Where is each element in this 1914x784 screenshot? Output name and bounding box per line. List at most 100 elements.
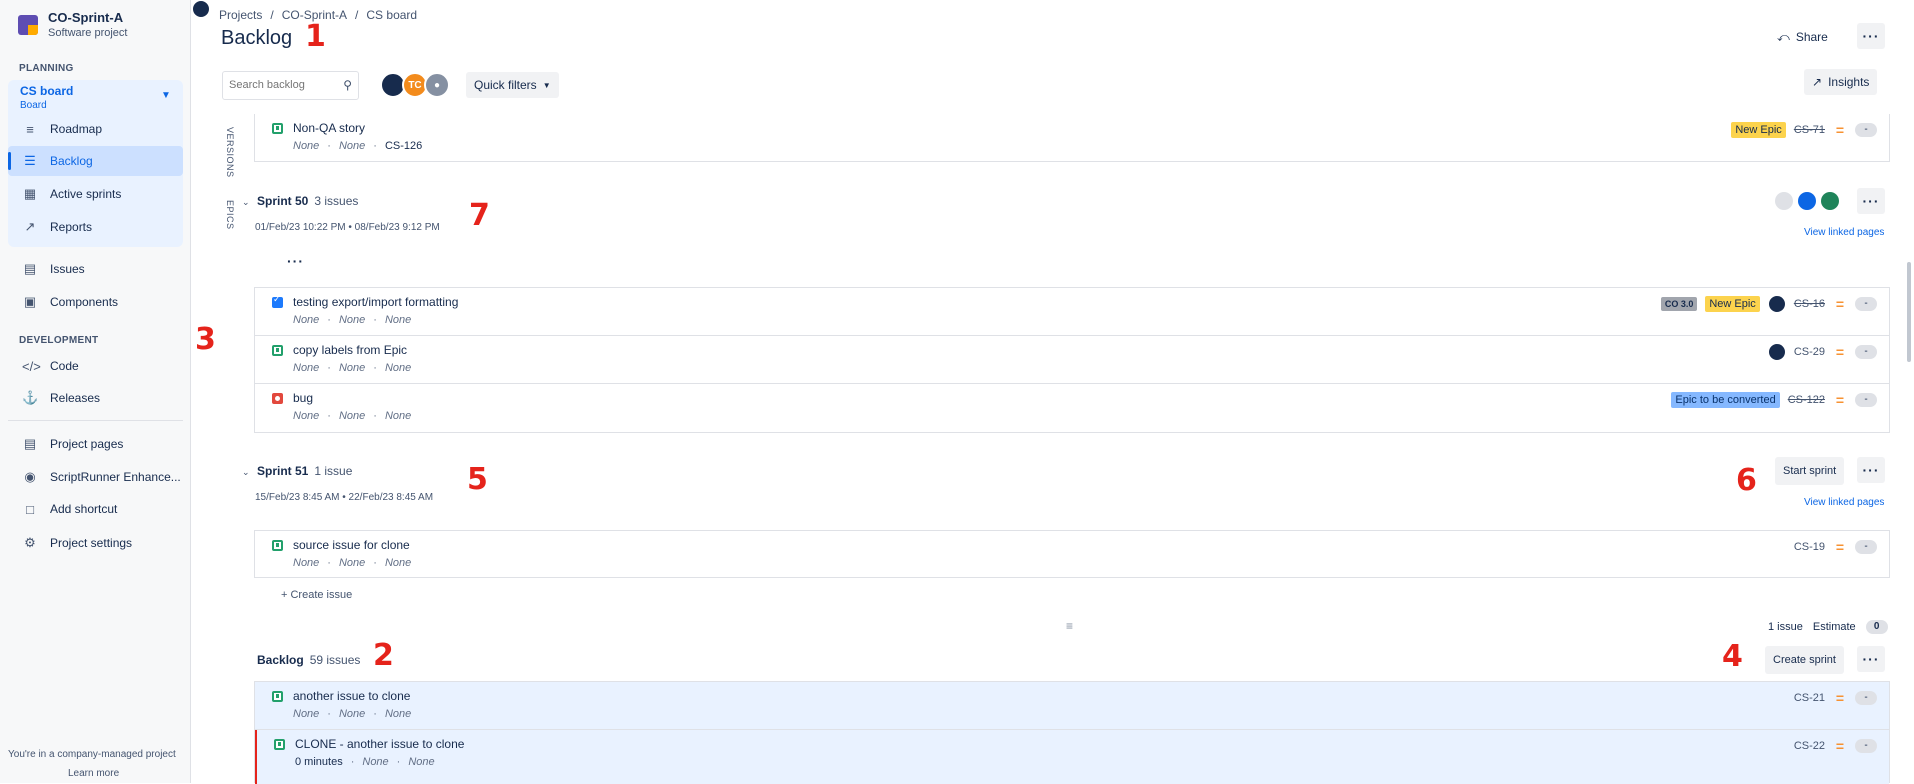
chevron-down-icon[interactable]: ⌄	[242, 197, 250, 208]
estimate-badge[interactable]: -	[1855, 123, 1877, 137]
issue-key[interactable]: CS-19	[1794, 541, 1825, 553]
estimate-badge[interactable]: -	[1855, 540, 1877, 554]
meta-field: None	[293, 140, 320, 152]
quick-filters-button[interactable]: Quick filters ▼	[466, 72, 559, 98]
estimate-badge[interactable]: -	[1855, 691, 1877, 705]
more-icon: ···	[1862, 462, 1880, 478]
meta-field: None	[293, 557, 320, 569]
board-switcher-title[interactable]: CS board	[20, 84, 73, 98]
issue-right: Epic to be converted CS-122 = -	[1671, 390, 1877, 410]
meta-field: None	[338, 314, 366, 326]
insights-button[interactable]: ↗ Insights	[1804, 69, 1878, 95]
assignee-avatar[interactable]	[1767, 295, 1786, 313]
create-issue-button[interactable]: + Create issue	[281, 589, 352, 601]
sidebar-item-reports[interactable]: ↗ Reports	[8, 212, 183, 242]
table-row[interactable]: bug None · None · None Epic to be converted …	[255, 384, 1889, 432]
sidebar-item-issues[interactable]: ▤ Issues	[8, 254, 183, 284]
issue-key[interactable]: CS-29	[1794, 346, 1825, 358]
chevron-down-icon[interactable]: ⌄	[242, 467, 250, 478]
epic-lozenge[interactable]: Epic to be converted	[1671, 392, 1780, 408]
sidebar-divider	[8, 420, 183, 421]
more-actions-button[interactable]: ···	[1857, 23, 1885, 49]
issue-right: CS-21 = -	[1794, 688, 1877, 708]
meta-field: None	[293, 362, 320, 374]
more-icon[interactable]: ···	[287, 254, 304, 268]
search-input[interactable]: ⚲	[222, 71, 359, 100]
table-row[interactable]: another issue to clone None · None · None CS…	[255, 682, 1889, 730]
insights-label: Insights	[1828, 75, 1870, 89]
estimate-badge[interactable]: -	[1855, 393, 1877, 407]
project-type: Software project	[48, 27, 128, 39]
status-todo-icon	[1775, 192, 1793, 210]
issue-key[interactable]: CS-71	[1794, 124, 1825, 136]
start-sprint-button[interactable]: Start sprint	[1775, 457, 1845, 485]
estimate-badge[interactable]: -	[1855, 739, 1877, 753]
backlog-name: Backlog	[257, 653, 304, 667]
sidebar-item-roadmap[interactable]: ≡ Roadmap	[8, 114, 183, 144]
sidebar-item-backlog[interactable]: ☰ Backlog	[8, 146, 183, 176]
issue-right: CO 3.0 New Epic CS-16 = -	[1660, 294, 1877, 314]
project-header[interactable]: CO-Sprint-A Software project	[18, 10, 127, 40]
sprint-more-button[interactable]: ···	[1857, 457, 1885, 483]
gear-icon: ⚙	[24, 535, 36, 550]
issue-right: CS-22 = -	[1794, 736, 1877, 756]
breadcrumb-projects[interactable]: Projects	[219, 8, 262, 22]
meta-field: None	[384, 410, 412, 422]
share-icon: ⤺	[1777, 29, 1790, 44]
sprint-more-button[interactable]: ···	[1857, 188, 1885, 214]
page-icon: ▤	[23, 436, 37, 451]
fix-version-lozenge[interactable]: CO 3.0	[1660, 297, 1698, 311]
issue-key[interactable]: CS-122	[1788, 394, 1825, 406]
backlog-header[interactable]: Backlog 59 issues	[257, 653, 360, 667]
table-row[interactable]: testing export/import formatting None·No…	[255, 288, 1889, 336]
avatar-unassigned[interactable]: ●	[424, 72, 450, 98]
sidebar-item-scriptrunner[interactable]: ◉ ScriptRunner Enhance...	[8, 462, 183, 492]
share-button[interactable]: ⤺ Share	[1769, 24, 1836, 50]
table-row[interactable]: copy labels from Epic None · None · None CS-…	[255, 336, 1889, 384]
meta-field: None	[384, 314, 412, 326]
backlog-more-button[interactable]: ···	[1857, 646, 1885, 672]
table-row[interactable]: source issue for clone None · None · None CS…	[255, 531, 1889, 579]
issue-key[interactable]: CS-21	[1794, 692, 1825, 704]
meta-field: None	[384, 362, 412, 374]
assignee-avatar[interactable]	[1767, 343, 1786, 361]
story-icon	[272, 345, 283, 356]
estimate-badge[interactable]: -	[1855, 345, 1877, 359]
issue-key[interactable]: CS-22	[1794, 740, 1825, 752]
issue-summary: bug	[293, 391, 314, 405]
avatar[interactable]	[192, 0, 210, 18]
sidebar-item-releases[interactable]: ⚓ Releases	[8, 383, 183, 413]
breadcrumb-board[interactable]: CS board	[366, 8, 417, 22]
search-field[interactable]	[229, 79, 339, 91]
priority-medium-icon: =	[1835, 296, 1845, 312]
sprint-issue-count: 1 issue	[314, 464, 353, 478]
sidebar-item-active-sprints[interactable]: ▦ Active sprints	[8, 179, 183, 209]
scrollbar-thumb[interactable]	[1907, 262, 1911, 362]
issue-summary: Non-QA story	[293, 121, 366, 135]
board-switcher-sub: Board	[20, 100, 47, 111]
epic-lozenge[interactable]: New Epic	[1731, 122, 1786, 138]
epics-tab[interactable]: EPICS	[225, 200, 235, 230]
sprint-51-header[interactable]: Sprint 51 1 issue	[257, 464, 352, 478]
sidebar-item-project-pages[interactable]: ▤ Project pages	[8, 429, 183, 459]
sidebar-item-components[interactable]: ▣ Components	[8, 287, 183, 317]
drag-handle-icon[interactable]: ≡	[1066, 619, 1073, 633]
sidebar-item-code[interactable]: </> Code	[8, 351, 183, 381]
table-row[interactable]: CLONE - another issue to clone 0 minutes…	[255, 730, 1889, 784]
epic-lozenge[interactable]: New Epic	[1705, 296, 1760, 312]
issue-meta: None · None · None	[293, 557, 412, 569]
issue-key[interactable]: CS-16	[1794, 298, 1825, 310]
sidebar-item-add-shortcut[interactable]: □ Add shortcut	[8, 494, 183, 524]
table-row[interactable]: Non-QA story None · None · CS-126 New Epic C…	[255, 114, 1889, 162]
chevron-down-icon[interactable]: ▼	[161, 90, 171, 101]
sprint-name: Sprint 50	[257, 194, 309, 208]
create-sprint-button[interactable]: Create sprint	[1765, 646, 1844, 674]
view-linked-pages-link[interactable]: View linked pages	[1804, 227, 1884, 238]
estimate-badge[interactable]: -	[1855, 297, 1877, 311]
view-linked-pages-link[interactable]: View linked pages	[1804, 497, 1884, 508]
sidebar-item-project-settings[interactable]: ⚙ Project settings	[8, 528, 183, 558]
quick-filters-label: Quick filters	[474, 78, 537, 92]
versions-tab[interactable]: VERSIONS	[225, 127, 235, 178]
sprint-50-header[interactable]: Sprint 50 3 issues	[257, 194, 358, 208]
learn-more-link[interactable]: Learn more	[68, 768, 119, 779]
